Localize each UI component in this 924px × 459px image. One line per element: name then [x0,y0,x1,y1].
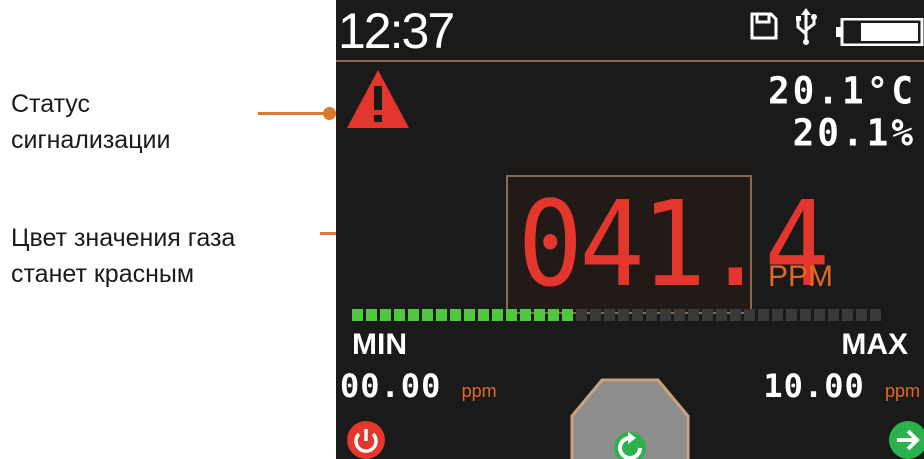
bargraph-segment [828,309,839,321]
usb-icon [793,8,819,51]
warning-triangle-icon [346,68,410,135]
bargraph-segment [520,309,531,321]
bargraph-segment [506,309,517,321]
bargraph-segment [478,309,489,321]
save-icon [749,11,779,46]
battery-icon [836,17,924,51]
min-value: 00.00 [340,367,442,405]
annotation-alarm-line1: Статус [11,90,91,118]
bargraph-segment [562,309,573,321]
bargraph-segment [408,309,419,321]
bargraph-segment [786,309,797,321]
bargraph-segment [436,309,447,321]
bargraph-segment [716,309,727,321]
max-value: 10.00 [763,367,865,405]
min-label: MIN [352,328,407,361]
leader-line-alarm [258,107,336,120]
next-button[interactable] [888,420,924,459]
device-screen: 12:37 20.1°C 20.1% 041.4 PPM MIN MAX 00.… [336,0,924,459]
bargraph-segment [604,309,615,321]
bargraph-segment [730,309,741,321]
bargraph-segment [646,309,657,321]
bargraph-segment [576,309,587,321]
bargraph-segment [380,309,391,321]
bargraph-segment [534,309,545,321]
bargraph-segment [548,309,559,321]
bargraph-segment [870,309,881,321]
humidity-readout: 20.1% [792,111,916,155]
annotation-alarm-line2: сигнализации [11,126,171,154]
bargraph-segment [366,309,377,321]
power-button[interactable] [346,420,386,459]
bargraph-segment [674,309,685,321]
gas-value-box: 041.4 [506,175,830,314]
bargraph-segment [618,309,629,321]
bargraph-segment [660,309,671,321]
bargraph-segment [632,309,643,321]
max-label: MAX [841,328,908,361]
bargraph-segment [464,309,475,321]
annotation-gas-color: Цвет значения газа станет красным [11,220,235,292]
annotation-gas-line2: станет красным [11,260,195,288]
max-limit: 10.00 ppm [763,366,920,411]
bargraph-segment [842,309,853,321]
clock: 12:37 [338,3,455,59]
bargraph-segment [800,309,811,321]
bargraph-segment [814,309,825,321]
bargraph-segment [772,309,783,321]
concentration-bargraph [352,309,924,323]
bargraph-segment [744,309,755,321]
gas-value: 041.4 [517,175,830,313]
bargraph-segment [450,309,461,321]
temperature-readout: 20.1°C [767,69,916,113]
gas-unit: PPM [768,260,834,293]
leader-dot [323,107,336,120]
bargraph-segment [702,309,713,321]
bargraph-segment [688,309,699,321]
bargraph-segment [590,309,601,321]
min-limit: 00.00 ppm [340,366,497,411]
max-unit: ppm [884,381,920,401]
bargraph-segment [492,309,503,321]
min-unit: ppm [461,381,497,401]
bargraph-segment [352,309,363,321]
bargraph-segment [394,309,405,321]
annotation-alarm-status: Статус сигнализации [11,86,170,158]
status-bar: 12:37 [336,0,924,62]
bargraph-segment [422,309,433,321]
bargraph-segment [758,309,769,321]
bargraph-segment [856,309,867,321]
refresh-button[interactable] [568,376,692,459]
annotation-gas-line1: Цвет значения газа [11,224,236,252]
